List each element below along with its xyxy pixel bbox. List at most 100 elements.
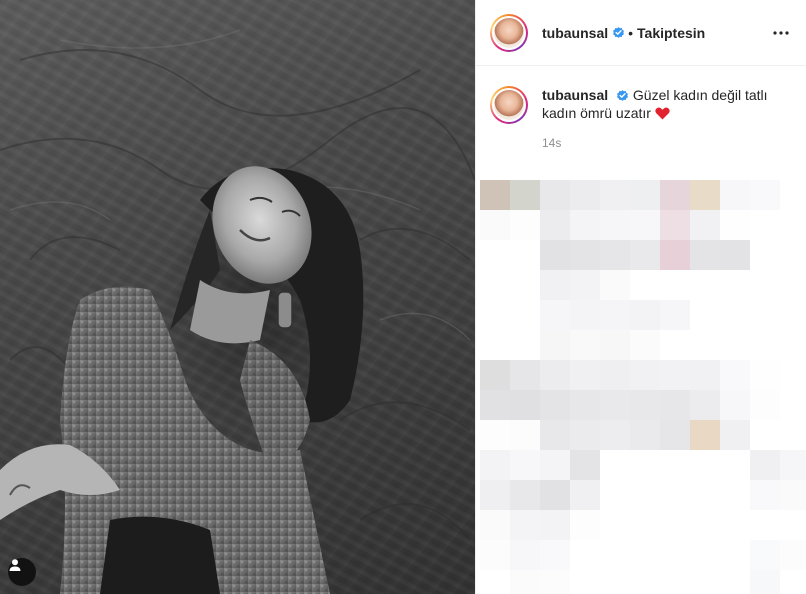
censored-pixel xyxy=(660,330,690,360)
verified-badge-icon xyxy=(617,90,628,101)
censored-pixel xyxy=(480,450,510,480)
censored-pixel xyxy=(690,240,720,270)
censored-pixel xyxy=(510,390,540,420)
censored-pixel xyxy=(600,300,630,330)
censored-pixel xyxy=(570,570,600,594)
censored-pixel xyxy=(660,180,690,210)
censored-pixel xyxy=(480,540,510,570)
censored-pixel xyxy=(600,420,630,450)
censored-pixel xyxy=(630,180,660,210)
censored-pixel xyxy=(570,450,600,480)
censored-pixel xyxy=(570,270,600,300)
censored-pixel xyxy=(720,570,750,594)
censored-pixel xyxy=(540,480,570,510)
more-options-button[interactable] xyxy=(770,22,792,44)
censored-pixel xyxy=(690,180,720,210)
censored-pixel xyxy=(600,240,630,270)
censored-pixel xyxy=(660,510,690,540)
censored-pixel xyxy=(630,450,660,480)
censored-pixel xyxy=(750,210,780,240)
censored-pixel xyxy=(510,480,540,510)
follow-status-button[interactable]: Takiptesin xyxy=(637,25,705,41)
censored-pixel xyxy=(540,390,570,420)
censored-pixel xyxy=(540,300,570,330)
censored-pixel xyxy=(660,270,690,300)
post-photo[interactable] xyxy=(0,0,475,594)
censored-pixel xyxy=(510,510,540,540)
red-heart-icon xyxy=(655,107,670,120)
censored-pixel xyxy=(630,570,660,594)
censored-pixel xyxy=(750,540,780,570)
censored-pixel xyxy=(540,510,570,540)
censored-pixel xyxy=(720,270,750,300)
censored-pixel xyxy=(630,390,660,420)
censored-pixel xyxy=(600,360,630,390)
censored-pixel xyxy=(510,300,540,330)
censored-pixel xyxy=(660,420,690,450)
censored-comments-area xyxy=(480,180,806,594)
more-options-icon xyxy=(773,30,789,35)
censored-pixel xyxy=(750,270,780,300)
avatar-image xyxy=(494,17,524,48)
avatar[interactable] xyxy=(490,13,528,52)
censored-pixel xyxy=(630,360,660,390)
censored-pixel xyxy=(600,180,630,210)
censored-pixel xyxy=(510,180,540,210)
censored-pixel xyxy=(570,300,600,330)
censored-pixel xyxy=(780,390,806,420)
censored-pixel xyxy=(540,360,570,390)
censored-pixel xyxy=(690,540,720,570)
censored-pixel xyxy=(540,330,570,360)
censored-pixel xyxy=(480,300,510,330)
censored-pixel xyxy=(510,210,540,240)
censored-pixel xyxy=(540,540,570,570)
censored-pixel xyxy=(720,540,750,570)
censored-pixel xyxy=(690,210,720,240)
censored-pixel xyxy=(660,390,690,420)
censored-pixel xyxy=(720,480,750,510)
censored-pixel xyxy=(690,330,720,360)
censored-pixel xyxy=(780,540,806,570)
censored-pixel xyxy=(570,210,600,240)
censored-pixel xyxy=(690,480,720,510)
censored-pixel xyxy=(600,540,630,570)
censored-pixel xyxy=(690,360,720,390)
censored-pixel xyxy=(690,510,720,540)
censored-pixel xyxy=(510,570,540,594)
caption-avatar[interactable] xyxy=(490,86,528,124)
censored-pixel xyxy=(510,270,540,300)
censored-pixel xyxy=(780,360,806,390)
censored-pixel xyxy=(630,270,660,300)
censored-pixel xyxy=(480,240,510,270)
censored-pixel xyxy=(630,420,660,450)
censored-pixel xyxy=(780,270,806,300)
censored-pixel xyxy=(660,480,690,510)
censored-pixel xyxy=(630,480,660,510)
censored-pixel xyxy=(570,510,600,540)
censored-pixel xyxy=(480,330,510,360)
censored-pixel xyxy=(780,180,806,210)
censored-pixel xyxy=(510,540,540,570)
censored-pixel xyxy=(570,180,600,210)
censored-pixel xyxy=(570,390,600,420)
censored-pixel xyxy=(720,390,750,420)
censored-pixel xyxy=(780,210,806,240)
censored-pixel xyxy=(750,420,780,450)
censored-pixel xyxy=(540,270,570,300)
user-tag-button[interactable] xyxy=(8,558,36,586)
censored-pixel xyxy=(720,510,750,540)
censored-pixel xyxy=(660,300,690,330)
censored-pixel xyxy=(600,450,630,480)
censored-pixel xyxy=(540,420,570,450)
censored-pixel xyxy=(750,510,780,540)
post-timestamp[interactable]: 14s xyxy=(542,134,782,152)
censored-pixel xyxy=(720,180,750,210)
caption-username[interactable]: tubaunsal xyxy=(542,87,608,103)
censored-pixel xyxy=(630,330,660,360)
censored-pixel xyxy=(720,300,750,330)
caption-avatar-image xyxy=(494,90,524,120)
censored-pixel xyxy=(570,360,600,390)
separator-dot: • xyxy=(628,24,634,41)
header-username[interactable]: tubaunsal xyxy=(542,25,608,41)
censored-pixel xyxy=(750,450,780,480)
